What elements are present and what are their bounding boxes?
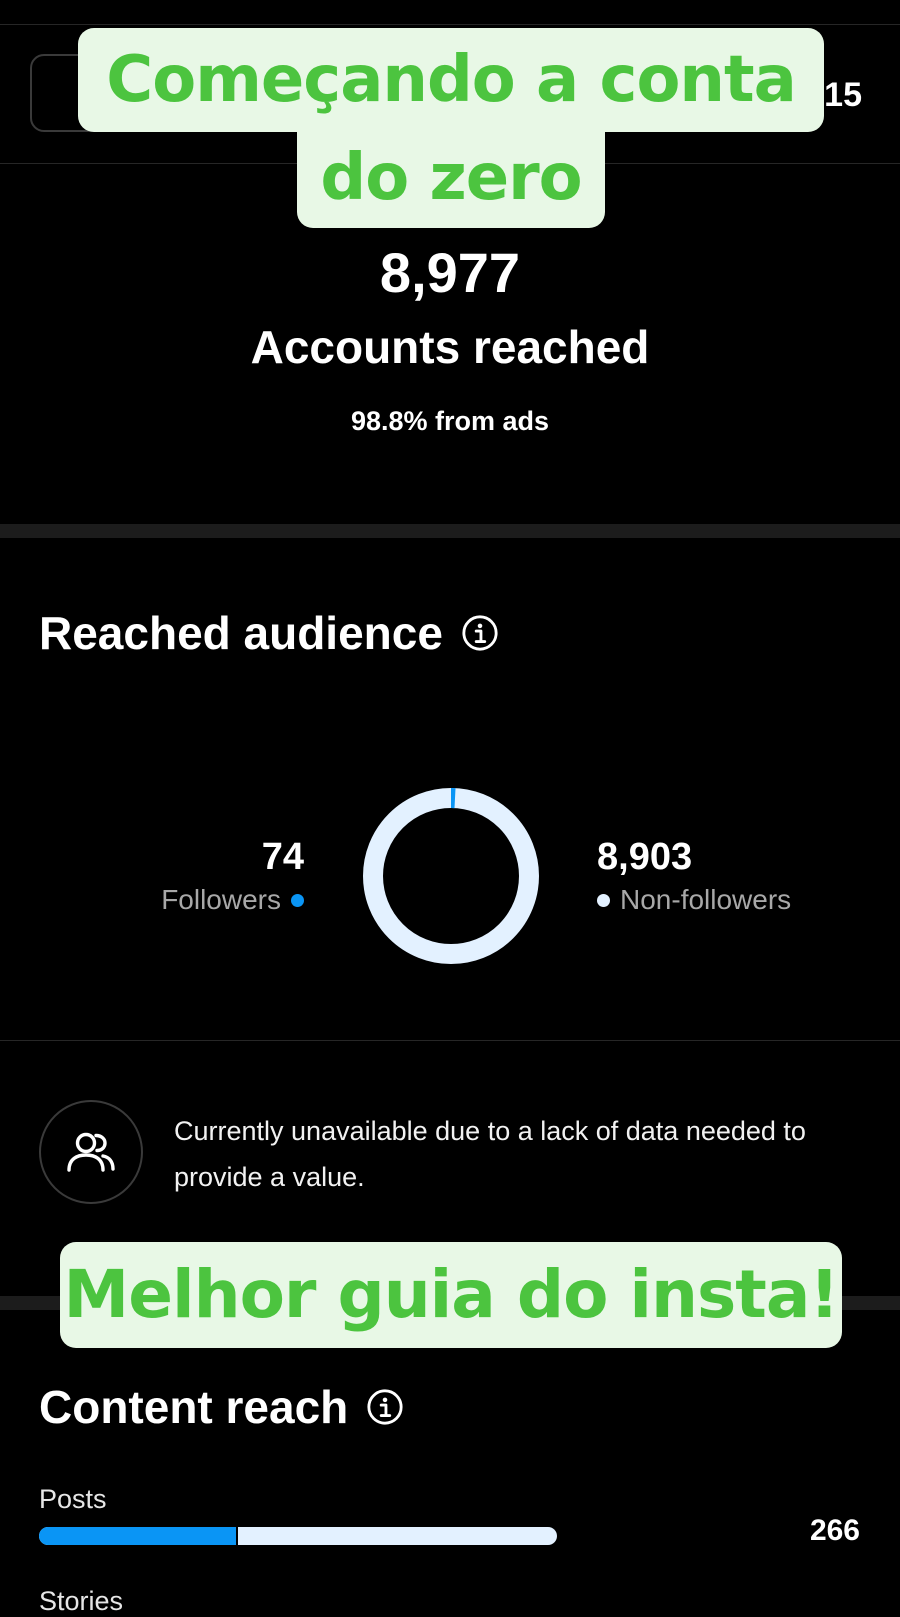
non-followers-legend: Non-followers <box>597 884 791 916</box>
stories-label: Stories <box>39 1586 124 1616</box>
people-icon <box>67 1132 115 1172</box>
overlay-caption-bottom: Melhor guia do insta! <box>60 1242 842 1348</box>
donut-non-followers-arc <box>363 788 539 964</box>
date-range-text: 15 <box>824 76 862 114</box>
info-icon[interactable] <box>366 1388 404 1426</box>
unavailable-notice: Currently unavailable due to a lack of d… <box>174 1116 806 1192</box>
info-icon[interactable] <box>461 614 499 652</box>
overlay-caption-top-line1: Começando a conta <box>78 28 824 132</box>
followers-legend: Followers <box>161 884 304 916</box>
non-followers-label: Non-followers <box>620 884 792 915</box>
accounts-reached-value: 8,977 <box>379 241 521 304</box>
followers-count: 74 <box>261 836 304 878</box>
non-followers-dot-icon <box>597 893 610 907</box>
top-divider <box>0 24 900 25</box>
people-icon-badge <box>39 1100 143 1204</box>
section-separator <box>0 524 900 538</box>
posts-label: Posts <box>39 1484 107 1514</box>
overlay-caption-top-line2: do zero <box>297 132 605 228</box>
posts-reach-bar-fill <box>39 1527 238 1545</box>
accounts-reached-label: Accounts reached <box>250 321 650 373</box>
audience-divider <box>0 1040 900 1041</box>
posts-value: 266 <box>809 1514 860 1547</box>
followers-label: Followers <box>161 884 281 915</box>
posts-reach-bar <box>39 1527 557 1545</box>
ads-share-text: 98.8% from ads <box>350 406 550 436</box>
reached-audience-header: Reached audience <box>39 606 499 660</box>
content-reach-title: Content reach <box>39 1381 349 1433</box>
reached-audience-title: Reached audience <box>39 607 443 659</box>
followers-dot-icon <box>291 893 304 907</box>
non-followers-count: 8,903 <box>597 836 693 878</box>
audience-donut-chart <box>363 788 539 964</box>
content-reach-header: Content reach <box>39 1380 404 1434</box>
